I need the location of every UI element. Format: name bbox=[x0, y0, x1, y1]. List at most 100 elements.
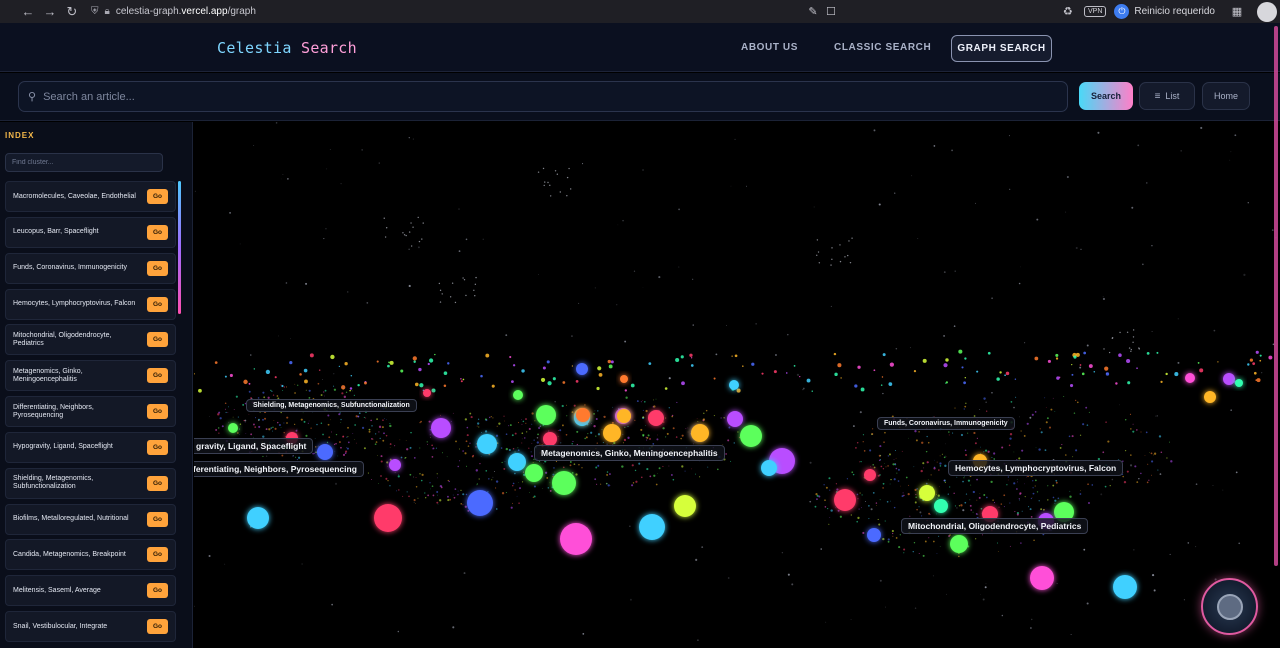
cluster-item[interactable]: Funds, Coronavirus, Immunogenicity Go bbox=[5, 252, 176, 284]
graph-node[interactable] bbox=[603, 424, 621, 442]
graph-node[interactable] bbox=[317, 444, 333, 460]
graph-node[interactable] bbox=[620, 375, 628, 383]
cluster-item[interactable]: Mitochondrial, Oligodendrocyte, Pediatri… bbox=[5, 324, 176, 356]
graph-node[interactable] bbox=[617, 409, 631, 423]
nav-about-us[interactable]: ABOUT US bbox=[741, 42, 798, 53]
extensions-icon[interactable]: ♻ bbox=[1058, 2, 1078, 22]
reload-icon[interactable]: ↻ bbox=[61, 1, 83, 23]
graph-node[interactable] bbox=[761, 460, 777, 476]
graph-node[interactable] bbox=[477, 434, 497, 454]
graph-node[interactable] bbox=[1223, 373, 1235, 385]
graph-node[interactable] bbox=[536, 405, 556, 425]
cluster-item[interactable]: Macromolecules, Caveolae, Endothelial Go bbox=[5, 181, 176, 212]
cluster-go-button[interactable]: Go bbox=[147, 439, 168, 455]
graph-node[interactable] bbox=[867, 528, 881, 542]
graph-node[interactable] bbox=[727, 411, 743, 427]
nav-graph-search[interactable]: GRAPH SEARCH bbox=[951, 35, 1052, 62]
cluster-go-button[interactable]: Go bbox=[147, 583, 168, 599]
nav-classic-search[interactable]: CLASSIC SEARCH bbox=[834, 42, 931, 53]
graph-node[interactable] bbox=[576, 408, 590, 422]
cluster-item[interactable]: Biofilms, Metalloregulated, Nutritional G… bbox=[5, 503, 176, 535]
graph-node[interactable] bbox=[729, 380, 739, 390]
star-dot bbox=[933, 145, 936, 147]
graph-node[interactable] bbox=[1235, 379, 1243, 387]
graph-cluster-label[interactable]: Metagenomics, Ginko, Meningoencephalitis bbox=[534, 445, 725, 461]
graph-node[interactable] bbox=[740, 425, 762, 447]
graph-cluster-label[interactable]: Hemocytes, Lymphocryptovirus, Falcon bbox=[948, 460, 1124, 476]
restart-required-button[interactable]: ⏻ Reinicio requerido bbox=[1114, 4, 1215, 19]
graph-node[interactable] bbox=[560, 523, 592, 555]
list-button[interactable]: ≡ List bbox=[1139, 82, 1195, 110]
graph-node[interactable] bbox=[467, 490, 493, 516]
cluster-filter-input[interactable] bbox=[5, 153, 163, 172]
graph-node[interactable] bbox=[576, 363, 588, 375]
graph-node[interactable] bbox=[950, 535, 968, 553]
cluster-go-button[interactable]: Go bbox=[147, 547, 168, 563]
cluster-item[interactable]: Snail, Vestibulocular, Integrate Go bbox=[5, 611, 176, 643]
graph-node[interactable] bbox=[247, 507, 269, 529]
cluster-item[interactable]: Metagenomics, Ginko, Meningoencephalitis… bbox=[5, 360, 176, 392]
cluster-graph-canvas[interactable]: Shielding, Metagenomics, Subfunctionaliz… bbox=[194, 122, 1280, 648]
cluster-go-button[interactable]: Go bbox=[147, 224, 168, 240]
forward-arrow-icon[interactable]: → bbox=[39, 1, 61, 23]
cluster-item[interactable]: Differentiating, Neighbors, Pyrosequenci… bbox=[5, 396, 176, 428]
graph-node[interactable] bbox=[1030, 566, 1054, 590]
graph-node[interactable] bbox=[834, 489, 856, 511]
cluster-go-button[interactable]: Go bbox=[147, 404, 168, 420]
graph-node[interactable] bbox=[639, 514, 665, 540]
cluster-item[interactable]: Melitensis, Saseml, Average Go bbox=[5, 575, 176, 607]
graph-node[interactable] bbox=[423, 389, 431, 397]
cluster-item[interactable]: Hemocytes, Lymphocryptovirus, Falcon Go bbox=[5, 288, 176, 320]
cluster-item[interactable]: Candida, Metagenomics, Breakpoint Go bbox=[5, 539, 176, 571]
cluster-go-button[interactable]: Go bbox=[147, 475, 168, 491]
assistant-avatar-button[interactable] bbox=[1201, 578, 1258, 635]
vpn-badge[interactable]: VPN bbox=[1083, 6, 1107, 17]
graph-node[interactable] bbox=[228, 423, 238, 433]
cluster-item[interactable]: Hypogravity, Ligand, Spaceflight Go bbox=[5, 431, 176, 463]
cluster-go-button[interactable]: Go bbox=[147, 619, 168, 635]
graph-node[interactable] bbox=[1204, 391, 1216, 403]
search-input[interactable] bbox=[43, 90, 1067, 103]
graph-cluster-label[interactable]: gravity, Ligand, Spaceflight bbox=[194, 438, 314, 454]
cluster-go-button[interactable]: Go bbox=[147, 511, 168, 527]
home-button[interactable]: Home bbox=[1202, 82, 1250, 110]
graph-node[interactable] bbox=[543, 432, 557, 446]
star-dot bbox=[1129, 464, 1133, 467]
graph-node[interactable] bbox=[374, 504, 402, 532]
cluster-go-button[interactable]: Go bbox=[147, 332, 168, 348]
graph-node[interactable] bbox=[431, 418, 451, 438]
graph-node[interactable] bbox=[389, 459, 401, 471]
graph-node[interactable] bbox=[864, 469, 876, 481]
graph-node[interactable] bbox=[1185, 373, 1195, 383]
graph-node[interactable] bbox=[1113, 575, 1137, 599]
graph-node[interactable] bbox=[525, 464, 543, 482]
graph-node[interactable] bbox=[552, 471, 576, 495]
profile-avatar-icon[interactable] bbox=[1257, 1, 1277, 22]
graph-node[interactable] bbox=[691, 424, 709, 442]
sidebar-scrollbar[interactable] bbox=[178, 181, 181, 314]
page-scrollbar[interactable] bbox=[1274, 26, 1278, 566]
cluster-item[interactable]: Shielding, Metagenomics, Subfunctionaliz… bbox=[5, 467, 176, 499]
graph-node[interactable] bbox=[513, 390, 523, 400]
translate-icon[interactable]: ✎ bbox=[803, 2, 823, 22]
address-bar[interactable]: ⛨ 🔒︎ celestia-graph.vercel.app/graph bbox=[91, 3, 256, 21]
bookmark-icon[interactable]: ☐ bbox=[821, 2, 841, 22]
graph-cluster-label[interactable]: Mitochondrial, Oligodendrocyte, Pediatri… bbox=[901, 518, 1089, 534]
cluster-item[interactable]: Leucopus, Barr, Spaceflight Go bbox=[5, 216, 176, 248]
search-button[interactable]: Search bbox=[1079, 82, 1133, 110]
graph-node[interactable] bbox=[934, 499, 948, 513]
calendar-icon[interactable]: ▦ bbox=[1227, 2, 1247, 22]
graph-cluster-label[interactable]: Shielding, Metagenomics, Subfunctionaliz… bbox=[246, 399, 417, 412]
cluster-go-button[interactable]: Go bbox=[147, 260, 168, 276]
cluster-go-button[interactable]: Go bbox=[147, 296, 168, 312]
graph-node[interactable] bbox=[508, 453, 526, 471]
graph-cluster-label[interactable]: Funds, Coronavirus, Immunogenicity bbox=[877, 417, 1015, 430]
site-logo[interactable]: Celestia Search bbox=[217, 39, 357, 57]
back-arrow-icon[interactable]: ← bbox=[17, 1, 39, 23]
graph-node[interactable] bbox=[919, 485, 935, 501]
graph-node[interactable] bbox=[648, 410, 664, 426]
cluster-go-button[interactable]: Go bbox=[147, 189, 168, 204]
cluster-go-button[interactable]: Go bbox=[147, 368, 168, 384]
graph-node[interactable] bbox=[674, 495, 696, 517]
graph-cluster-label[interactable]: ferentiating, Neighbors, Pyrosequencing bbox=[194, 461, 364, 477]
